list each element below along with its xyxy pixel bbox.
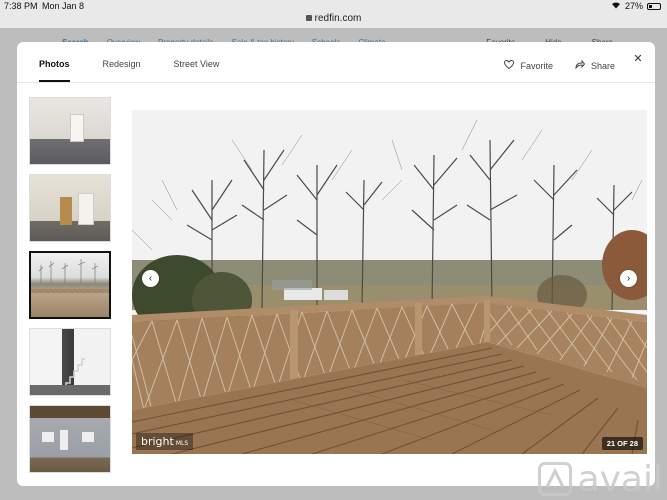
floor-shape (30, 385, 110, 395)
avail-watermark: avail (537, 458, 663, 500)
photo-gallery-modal: Photos Redesign Street View Favorite Sha… (17, 42, 655, 486)
header-divider (17, 82, 655, 83)
hall-shape (60, 197, 72, 225)
battery-fill (649, 4, 653, 8)
window-shape (42, 432, 54, 442)
share-label: Share (590, 60, 615, 71)
mls-logo-text: bright (141, 435, 174, 448)
tab-photos[interactable]: Photos (39, 59, 70, 82)
thumbnail-4[interactable] (29, 328, 111, 396)
next-photo-button[interactable]: › (620, 270, 637, 287)
door-shape (60, 430, 68, 450)
avail-watermark-text: avail (577, 458, 663, 500)
address-field[interactable]: redfin.com (0, 13, 667, 24)
favorite-label: Favorite (520, 60, 553, 71)
door-shape (70, 114, 84, 142)
thumbnail-1[interactable] (29, 97, 111, 165)
lock-icon (305, 15, 312, 21)
mls-logo-suffix: MLS (175, 440, 189, 447)
previous-photo-button[interactable]: ‹ (142, 270, 159, 287)
status-bar: 7:38 PM Mon Jan 8 27% (0, 0, 667, 12)
thumbnail-strip (29, 97, 111, 482)
close-icon[interactable]: ✕ (631, 52, 645, 66)
share-button[interactable]: Share (575, 59, 615, 71)
wifi-icon (611, 1, 621, 11)
avail-logo-icon (537, 462, 572, 496)
share-icon (575, 59, 586, 71)
main-photo: ‹ › bright MLS 21 OF 28 (132, 110, 647, 454)
status-date: Mon Jan 8 (42, 1, 85, 11)
thumbnail-3-selected[interactable] (29, 251, 111, 319)
thumbnail-2[interactable] (29, 174, 111, 242)
favorite-button[interactable]: Favorite (504, 59, 553, 71)
door-shape (78, 193, 94, 225)
gallery-tabs: Photos Redesign Street View (39, 59, 252, 82)
heart-icon (504, 59, 515, 71)
url-text: redfin.com (314, 13, 362, 24)
photo-counter: 21 OF 28 (601, 437, 643, 450)
battery-icon (647, 2, 661, 10)
window-shape (82, 432, 94, 442)
mls-logo: bright MLS (136, 433, 194, 450)
tab-street-view[interactable]: Street View (174, 59, 220, 82)
battery-percent: 27% (624, 1, 643, 11)
deck-photo (132, 110, 647, 454)
header-actions: Favorite Share (504, 59, 615, 71)
tab-redesign[interactable]: Redesign (103, 59, 141, 82)
status-time: 7:38 PM (4, 1, 38, 11)
thumbnail-5[interactable] (29, 405, 111, 473)
